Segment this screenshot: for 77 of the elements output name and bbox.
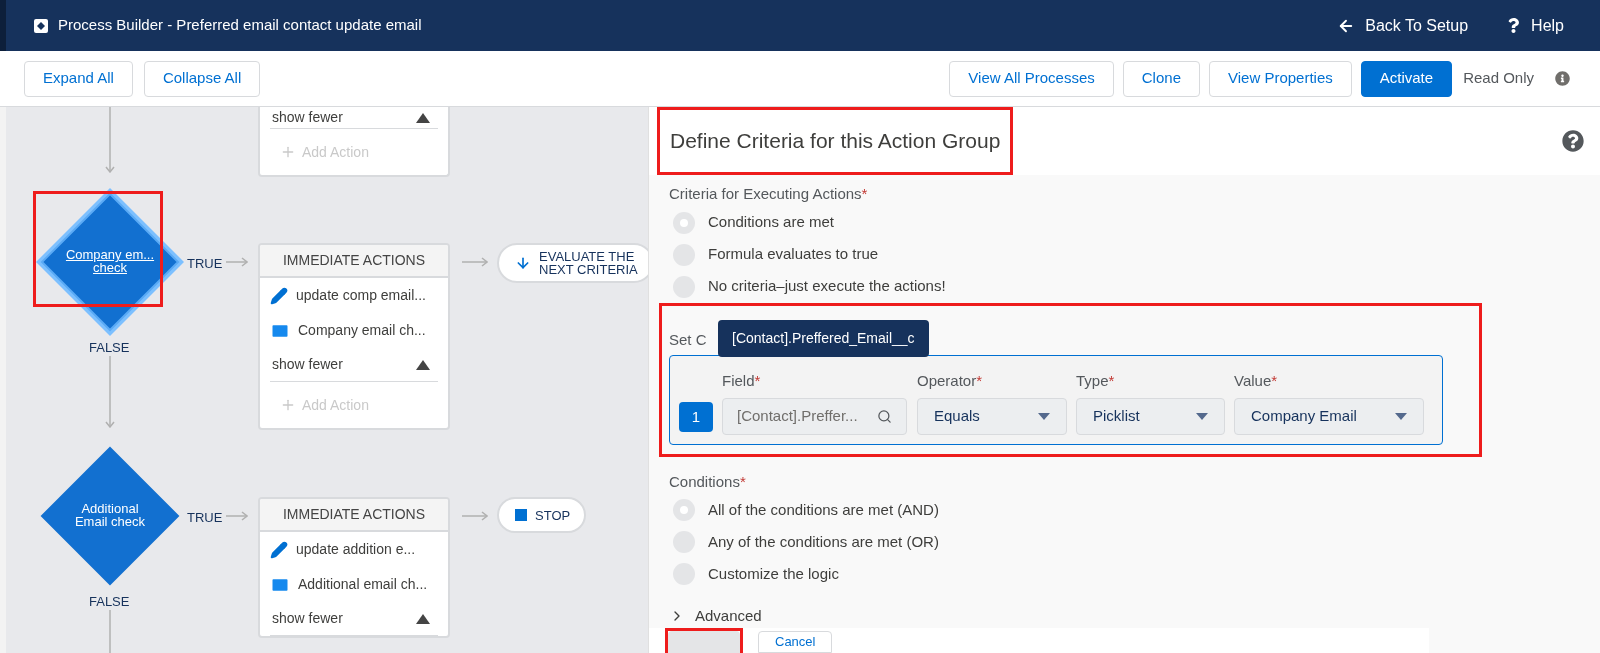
action-item[interactable]: update addition e... bbox=[296, 539, 416, 560]
connector-arrow bbox=[105, 107, 115, 173]
connector-arrow bbox=[105, 356, 115, 428]
plus-icon bbox=[280, 144, 296, 160]
field-label: Operator* bbox=[917, 370, 984, 391]
radio-button[interactable] bbox=[673, 499, 695, 521]
node-label: EVALUATE THE NEXT CRITERIA bbox=[539, 250, 638, 276]
stop-node[interactable]: STOP bbox=[497, 497, 587, 533]
down-arrow-icon bbox=[515, 255, 531, 271]
radio-button[interactable] bbox=[673, 211, 695, 234]
field-label: Conditions* bbox=[669, 473, 746, 490]
show-fewer-link[interactable]: show fewer bbox=[272, 608, 343, 629]
true-label: TRUE bbox=[187, 255, 223, 273]
radio-label: All of the conditions are met (AND) bbox=[708, 499, 939, 520]
section-label: Set C bbox=[669, 330, 707, 348]
decision-node[interactable] bbox=[34, 186, 186, 338]
help-icon[interactable] bbox=[1562, 130, 1584, 152]
radio-label: No criteria–just execute the actions! bbox=[708, 276, 946, 297]
connector-arrow bbox=[462, 257, 488, 267]
pencil-icon bbox=[270, 286, 288, 305]
show-fewer-link[interactable]: show fewer bbox=[272, 354, 343, 375]
connector-arrow bbox=[462, 511, 488, 521]
read-only-status: Read Only bbox=[1463, 68, 1534, 89]
collapse-triangle-icon bbox=[416, 112, 430, 123]
toolbar-button[interactable]: View Properties bbox=[1209, 60, 1352, 97]
field-label: Value* bbox=[1234, 370, 1279, 391]
radio-label: Conditions are met bbox=[708, 212, 834, 233]
caret-icon bbox=[1196, 412, 1208, 421]
toolbar-button[interactable]: Activate bbox=[1360, 60, 1453, 97]
decision-label: Company em... check bbox=[64, 248, 156, 274]
advanced-toggle[interactable]: Advanced bbox=[669, 605, 1600, 628]
dropdown-field[interactable]: Picklist bbox=[1076, 398, 1225, 435]
stop-square-icon bbox=[515, 509, 527, 521]
field-label: Criteria for Executing Actions* bbox=[669, 184, 869, 204]
decision-label: Additional Email check bbox=[73, 502, 147, 528]
help-link[interactable]: Help bbox=[1506, 13, 1564, 38]
radio-label: Any of the conditions are met (OR) bbox=[708, 531, 939, 552]
collapse-triangle-icon bbox=[416, 359, 430, 370]
toolbar-button[interactable]: View All Processes bbox=[949, 60, 1114, 97]
caret-icon bbox=[1038, 412, 1050, 421]
tooltip: [Contact].Preffered_Email__c bbox=[718, 319, 929, 357]
toolbar-button[interactable]: Clone bbox=[1122, 60, 1200, 97]
cancel-button[interactable]: Cancel bbox=[758, 631, 833, 653]
card-header: IMMEDIATE ACTIONS bbox=[260, 499, 448, 532]
dropdown-field[interactable]: Company Email bbox=[1234, 398, 1424, 435]
show-fewer-link[interactable]: show fewer bbox=[272, 107, 343, 128]
toolbar-button[interactable]: Expand All bbox=[24, 60, 133, 97]
caret-icon bbox=[1395, 412, 1407, 421]
card-header: IMMEDIATE ACTIONS bbox=[260, 245, 448, 278]
evaluate-next-node[interactable]: EVALUATE THE NEXT CRITERIA bbox=[497, 243, 648, 283]
action-item[interactable]: update comp email... bbox=[296, 285, 426, 306]
true-label: TRUE bbox=[187, 509, 223, 527]
dropdown-field[interactable]: Equals bbox=[917, 398, 1067, 435]
radio-label: Customize the logic bbox=[708, 563, 839, 584]
node-label: STOP bbox=[535, 508, 571, 522]
plus-icon bbox=[280, 397, 296, 413]
pencil-icon bbox=[270, 540, 288, 559]
radio-label: Formula evaluates to true bbox=[708, 244, 879, 265]
search-icon bbox=[877, 409, 892, 424]
toolbar-button[interactable]: Collapse All bbox=[143, 60, 261, 97]
app-logo-icon bbox=[34, 18, 48, 33]
row-number: 1 bbox=[679, 402, 713, 432]
field-label: Type* bbox=[1076, 370, 1116, 391]
collapse-triangle-icon bbox=[416, 613, 430, 624]
action-item[interactable]: Additional email ch... bbox=[298, 574, 428, 595]
false-label: FALSE bbox=[89, 593, 130, 611]
panel-title: Define Criteria for this Action Group bbox=[670, 128, 1001, 155]
info-icon bbox=[1555, 71, 1570, 86]
connector-arrow bbox=[226, 511, 248, 521]
back-to-setup-link[interactable]: Back To Setup bbox=[1337, 13, 1469, 38]
field-lookup-input[interactable]: [Contact].Preffer... bbox=[722, 398, 907, 435]
connector-arrow bbox=[226, 257, 248, 267]
false-label: FALSE bbox=[89, 339, 130, 357]
window-title: Process Builder - Preferred email contact update email bbox=[58, 15, 422, 36]
help-icon bbox=[1506, 18, 1522, 33]
action-item[interactable]: Company email ch... bbox=[298, 320, 426, 341]
field-label: Field* bbox=[722, 370, 762, 391]
